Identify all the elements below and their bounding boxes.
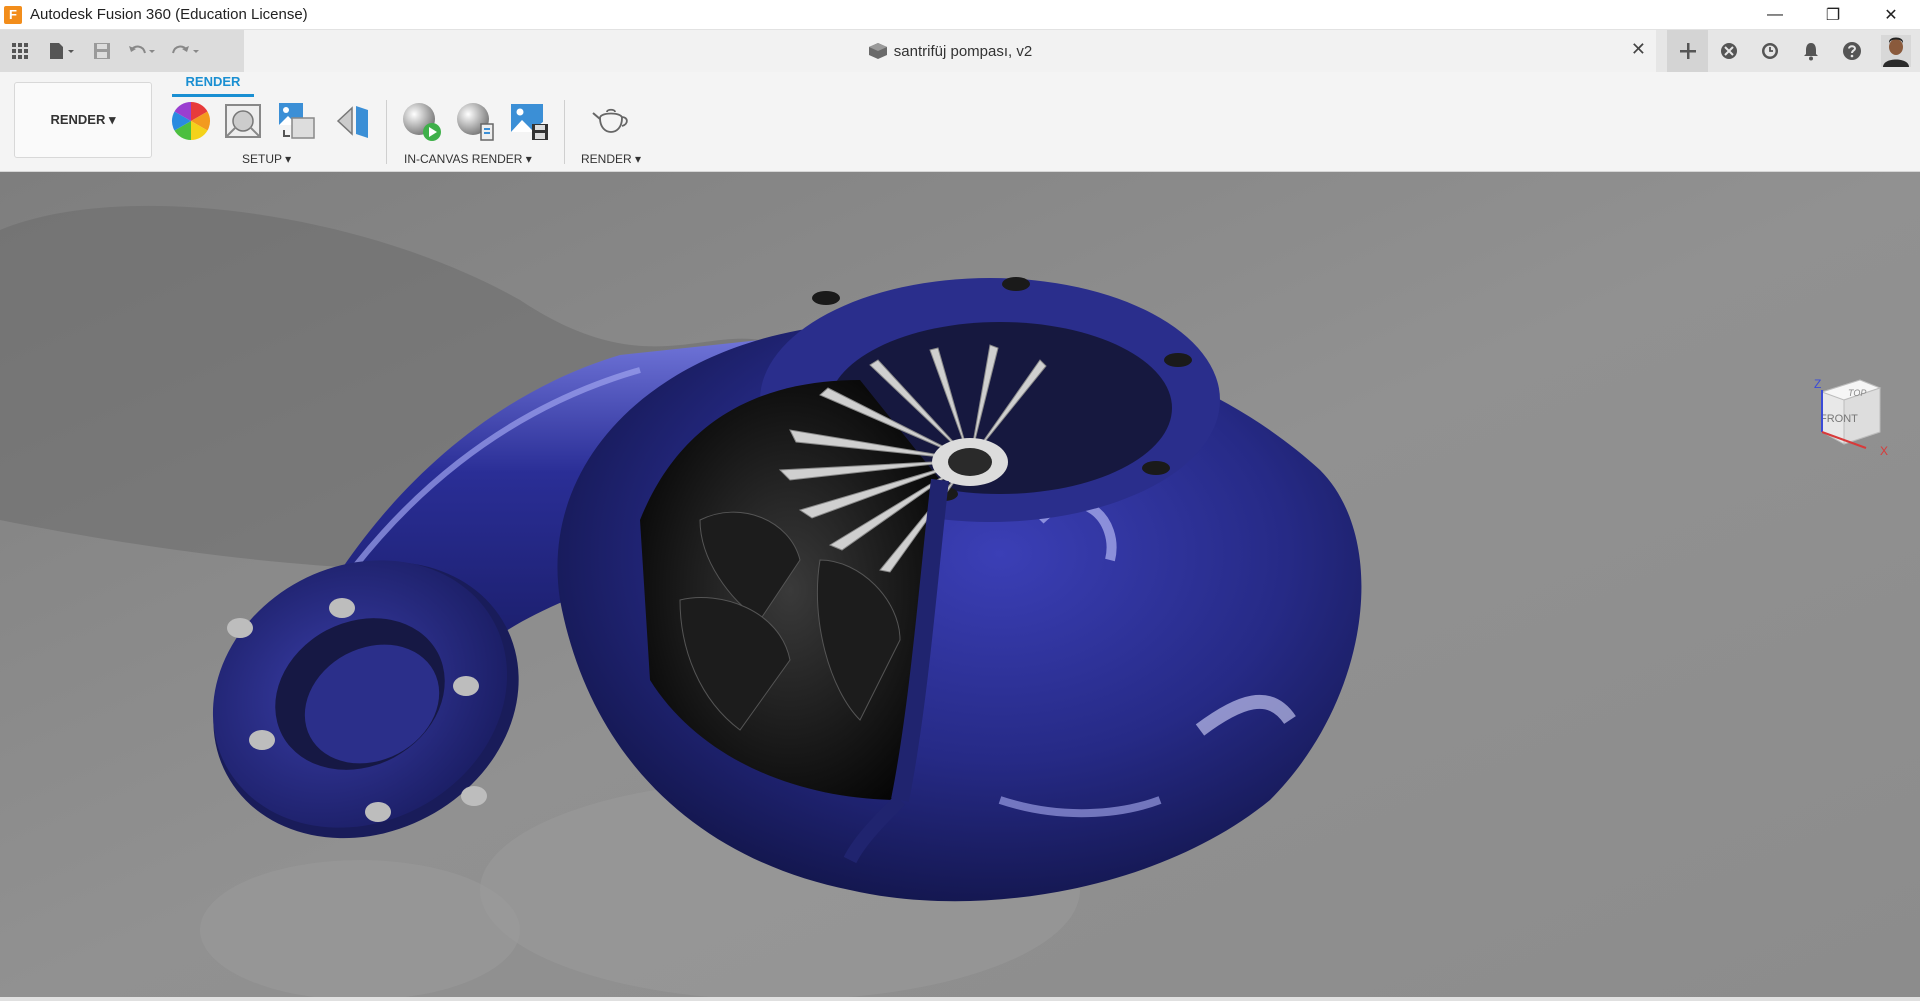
title-bar: F Autodesk Fusion 360 (Education License… bbox=[0, 0, 1920, 30]
decal-icon[interactable] bbox=[332, 100, 374, 142]
help-icon[interactable] bbox=[1831, 30, 1872, 72]
window-title: Autodesk Fusion 360 (Education License) bbox=[30, 6, 308, 23]
tab-render[interactable]: RENDER bbox=[172, 74, 254, 97]
fusion-logo-icon: F bbox=[4, 5, 22, 24]
component-icon bbox=[868, 43, 887, 59]
restore-button[interactable]: ❐ bbox=[1804, 0, 1862, 30]
document-tab[interactable]: santrifüj pompası, v2 ✕ bbox=[244, 30, 1656, 72]
new-tab-plus-icon[interactable] bbox=[1667, 30, 1708, 72]
extensions-icon[interactable] bbox=[1708, 30, 1749, 72]
data-panel-grid-icon[interactable] bbox=[0, 30, 40, 72]
quick-access-toolbar bbox=[0, 30, 244, 72]
undo-icon[interactable] bbox=[120, 30, 164, 72]
capture-image-icon[interactable] bbox=[508, 100, 550, 142]
close-tab-icon[interactable]: ✕ bbox=[1631, 39, 1646, 60]
document-tab-bar: santrifüj pompası, v2 ✕ bbox=[0, 30, 1920, 72]
bottom-window-edge bbox=[0, 997, 1920, 1001]
axis-x-label: X bbox=[1880, 444, 1888, 458]
3d-canvas-viewport[interactable]: TOP FRONT Z X bbox=[0, 172, 1920, 1001]
render-teapot-icon[interactable] bbox=[590, 100, 632, 142]
toolbar-divider bbox=[564, 100, 565, 164]
document-title: santrifüj pompası, v2 bbox=[893, 42, 1033, 60]
rendered-pump-scene bbox=[0, 172, 1920, 1001]
axis-z-label: Z bbox=[1814, 377, 1821, 391]
user-avatar[interactable] bbox=[1872, 30, 1920, 72]
job-status-clock-icon[interactable] bbox=[1749, 30, 1790, 72]
workspace-switcher-button[interactable]: RENDER ▾ bbox=[14, 82, 152, 158]
texture-map-controls-icon[interactable] bbox=[276, 100, 318, 142]
save-icon[interactable] bbox=[84, 30, 120, 72]
in-canvas-render-start-icon[interactable] bbox=[400, 100, 442, 142]
redo-icon[interactable] bbox=[164, 30, 208, 72]
viewcube-top-label[interactable]: TOP bbox=[1848, 388, 1866, 398]
viewcube-navigation[interactable]: TOP FRONT Z X bbox=[1800, 370, 1890, 466]
minimize-button[interactable]: — bbox=[1746, 0, 1804, 30]
render-group-label[interactable]: RENDER ▾ bbox=[581, 152, 641, 166]
scene-settings-icon[interactable] bbox=[222, 100, 264, 142]
close-button[interactable]: ✕ bbox=[1862, 0, 1920, 30]
file-menu-icon[interactable] bbox=[40, 30, 84, 72]
header-tools bbox=[1667, 30, 1920, 72]
in-canvas-render-group-label[interactable]: IN-CANVAS RENDER ▾ bbox=[404, 152, 532, 166]
viewcube-front-label[interactable]: FRONT bbox=[1820, 413, 1858, 425]
window-controls: — ❐ ✕ bbox=[1746, 0, 1920, 30]
notifications-bell-icon[interactable] bbox=[1790, 30, 1831, 72]
setup-group-label[interactable]: SETUP ▾ bbox=[242, 152, 291, 166]
in-canvas-render-settings-icon[interactable] bbox=[454, 100, 496, 142]
toolbar-divider bbox=[386, 100, 387, 164]
ribbon-toolbar: RENDER ▾ RENDER SETUP ▾ IN-CANVAS RENDER… bbox=[0, 72, 1920, 172]
appearance-color-wheel-icon[interactable] bbox=[170, 100, 212, 142]
